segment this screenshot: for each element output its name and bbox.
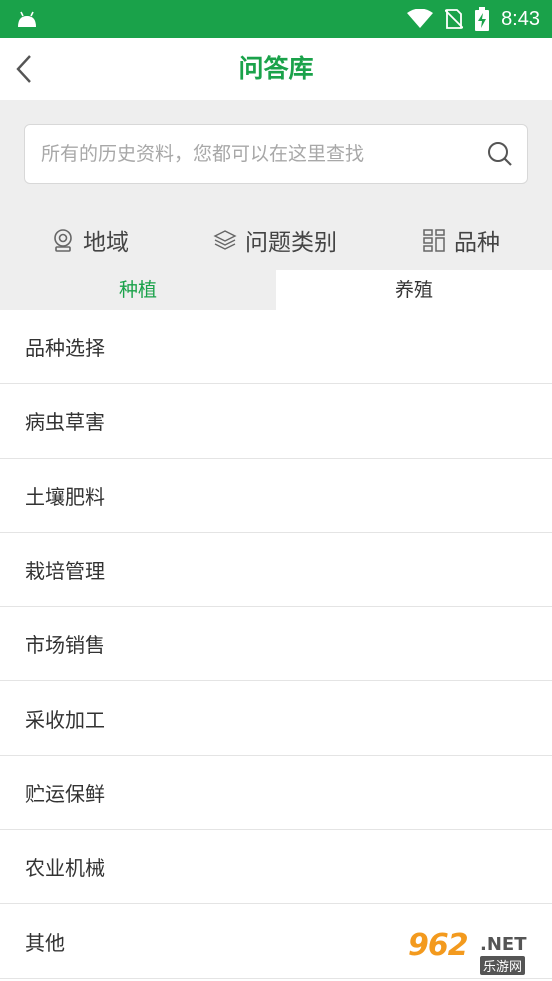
filter-variety[interactable]: 品种 xyxy=(370,212,552,268)
filter-variety-label: 品种 xyxy=(454,230,500,256)
tab-planting[interactable]: 种植 xyxy=(0,270,276,310)
watermark-suffix: .NET xyxy=(480,934,527,955)
wifi-icon xyxy=(407,9,434,28)
list-item-soil-fertilizer[interactable]: 土壤肥料 xyxy=(0,459,552,533)
android-icon xyxy=(18,11,36,27)
list-item-cultivation[interactable]: 栽培管理 xyxy=(0,533,552,608)
status-icons: 8:43 xyxy=(407,0,540,38)
filter-region-label: 地域 xyxy=(83,230,129,256)
list-item-market-sales[interactable]: 市场销售 xyxy=(0,607,552,682)
list-item-pests-weeds[interactable]: 病虫草害 xyxy=(0,384,552,459)
list-item-storage-transport[interactable]: 贮运保鲜 xyxy=(0,756,552,831)
list-item-agri-machinery[interactable]: 农业机械 xyxy=(0,830,552,905)
app-header: 问答库 xyxy=(0,38,552,100)
filter-bar: 地域 问题类别 品种 xyxy=(0,212,552,268)
tab-bar: 种植 养殖 xyxy=(0,270,552,310)
location-pin-icon xyxy=(54,229,72,252)
filter-category-label: 问题类别 xyxy=(245,230,337,256)
grid-icon xyxy=(423,229,445,252)
layers-icon xyxy=(213,230,237,250)
watermark-logo: 962 .NET 乐游网 xyxy=(408,928,544,976)
tab-breeding[interactable]: 养殖 xyxy=(276,270,552,310)
search-bar xyxy=(24,124,528,184)
category-list: 品种选择 病虫草害 土壤肥料 栽培管理 市场销售 采收加工 贮运保鲜 农业机械 … xyxy=(0,310,552,979)
filter-region[interactable]: 地域 xyxy=(0,212,180,268)
list-item-variety-selection[interactable]: 品种选择 xyxy=(0,310,552,385)
page-title: 问答库 xyxy=(238,54,314,83)
search-icon[interactable] xyxy=(487,141,513,167)
list-item-harvest-processing[interactable]: 采收加工 xyxy=(0,681,552,756)
search-input[interactable] xyxy=(41,125,481,183)
status-time: 8:43 xyxy=(501,7,540,30)
watermark-number: 962 xyxy=(408,928,469,963)
filter-category[interactable]: 问题类别 xyxy=(180,212,370,268)
no-sim-icon xyxy=(445,9,464,29)
status-bar: 8:43 xyxy=(0,0,552,38)
watermark-text: 乐游网 xyxy=(480,956,526,975)
battery-charging-icon xyxy=(475,7,490,31)
